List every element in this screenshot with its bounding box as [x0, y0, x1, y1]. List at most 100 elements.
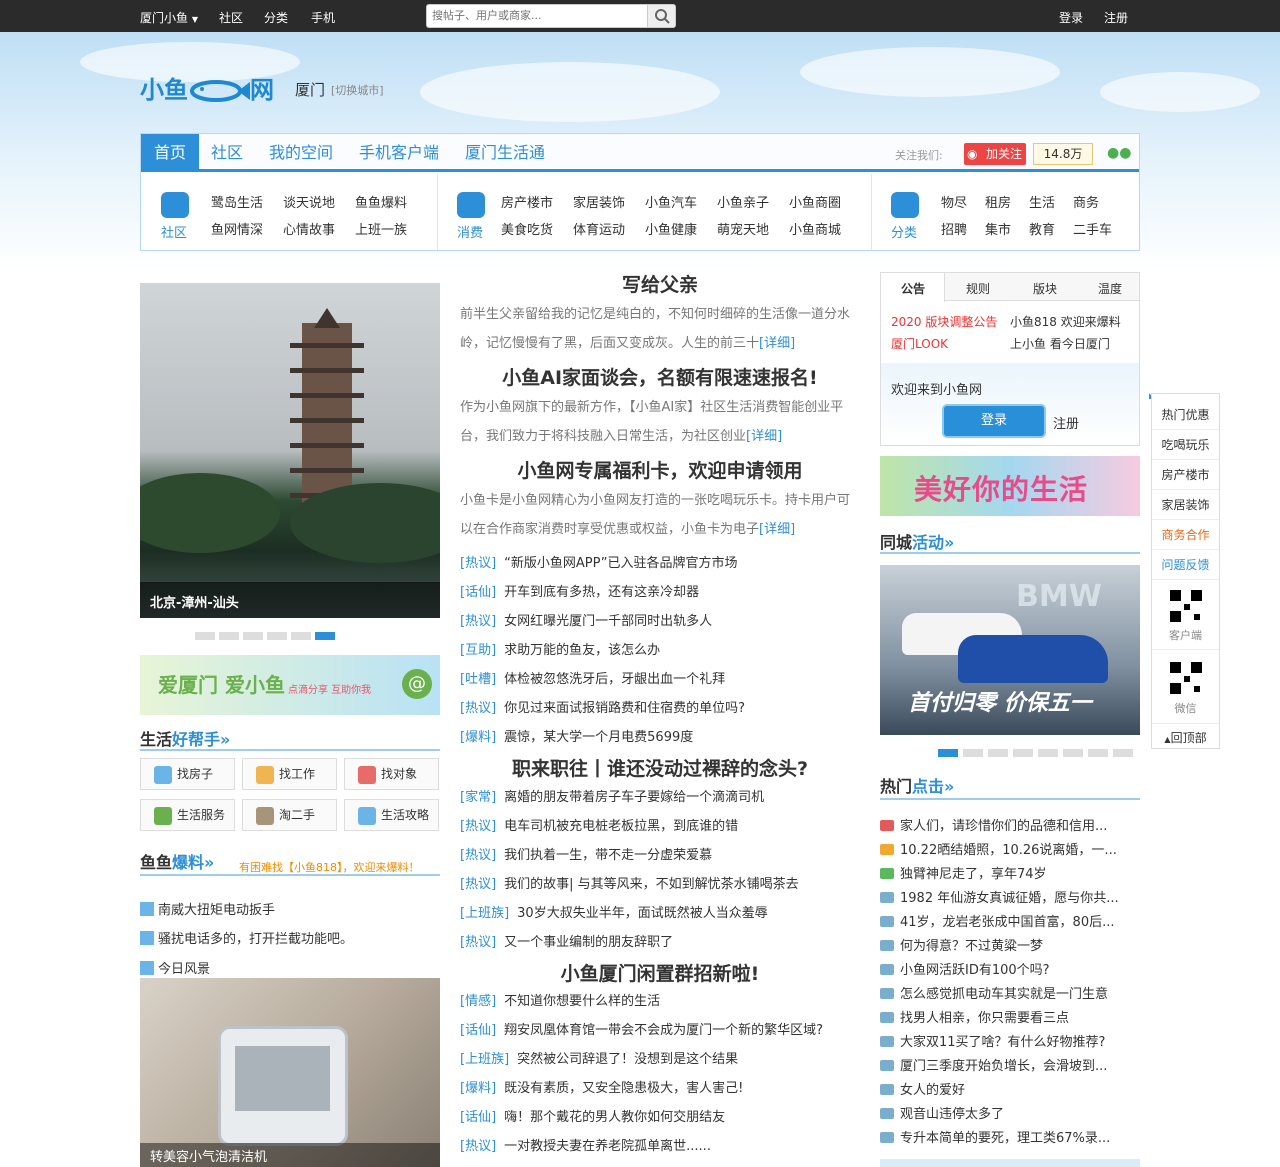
switch-city-link[interactable]: [切换城市] — [331, 82, 384, 98]
life-service-button[interactable]: 生活服务 — [140, 799, 235, 831]
section-link[interactable]: 招聘 — [941, 219, 967, 238]
headline-1[interactable]: 写给父亲 — [460, 270, 860, 297]
detail-link[interactable]: [详细] — [759, 336, 795, 351]
activity-ad[interactable]: BMW 首付归零 价保五一 — [880, 565, 1140, 735]
hot-item[interactable]: 10.22晒结婚照，10.26说离婚，一... — [880, 839, 1135, 858]
section-link[interactable]: 谈天说地 — [283, 192, 335, 211]
slider-dot-active[interactable] — [315, 632, 335, 640]
section-link[interactable]: 小鱼亲子 — [717, 192, 769, 211]
slider-dot[interactable] — [988, 749, 1008, 757]
tab-notice[interactable]: 公告 — [901, 280, 925, 297]
topbar-mobile-link[interactable]: 手机 — [311, 9, 335, 26]
section-link[interactable]: 小鱼商城 — [789, 219, 841, 238]
section-link[interactable]: 小鱼汽车 — [645, 192, 697, 211]
find-house-button[interactable]: 找房子 — [140, 758, 235, 790]
weibo-follow-button[interactable]: ◉ 加关注 — [964, 143, 1026, 165]
list-item[interactable]: [热议] 一对教授夫妻在养老院孤单离世...... — [460, 1135, 860, 1154]
hot-title-accent[interactable]: 点击» — [912, 777, 954, 796]
hot-item[interactable]: 41岁，龙岩老张成中国首富，80后... — [880, 911, 1135, 930]
list-item[interactable]: [话仙] 翔安凤凰体育馆一带会不会成为厦门一个新的繁华区域? — [460, 1019, 860, 1038]
section-link[interactable]: 小鱼商圈 — [789, 192, 841, 211]
slider-dot[interactable] — [1013, 749, 1033, 757]
site-logo[interactable]: 小鱼 网 — [140, 70, 274, 105]
slider-dot[interactable] — [195, 632, 215, 640]
life-guide-button[interactable]: 生活攻略 — [344, 799, 439, 831]
list-item[interactable]: [互助] 求助万能的鱼友，该怎么办 — [460, 639, 860, 658]
section-link[interactable]: 鱼网情深 — [211, 219, 263, 238]
panel-register-link[interactable]: 注册 — [1053, 413, 1079, 432]
love-xiamen-banner[interactable]: 爱厦门 爱小鱼 点滴分享 互助你我 @ — [140, 655, 440, 715]
section-link[interactable]: 租房 — [985, 192, 1011, 211]
section-link[interactable]: 商务 — [1073, 192, 1099, 211]
section-link[interactable]: 鹭岛生活 — [211, 192, 263, 211]
search-button[interactable] — [647, 5, 675, 27]
slider-dot[interactable] — [267, 632, 287, 640]
hot-item[interactable]: 观音山违停太多了 — [880, 1103, 1135, 1122]
hot-item[interactable]: 专升本简单的要死，理工类67%录... — [880, 1127, 1135, 1146]
login-link[interactable]: 登录 — [1059, 9, 1083, 26]
section-link[interactable]: 生活 — [1029, 192, 1055, 211]
hot-item[interactable]: 怎么感觉抓电动车其实就是一门生意 — [880, 983, 1135, 1002]
topbar-category-link[interactable]: 分类 — [264, 9, 288, 26]
panel-login-button[interactable]: 登录 — [944, 406, 1044, 436]
hot-item[interactable]: 小鱼网活跃ID有100个吗? — [880, 959, 1135, 978]
list-item[interactable]: [爆料] 震惊，某大学一个月电费5699度 — [460, 726, 860, 745]
find-date-button[interactable]: 找对象 — [344, 758, 439, 790]
section-link[interactable]: 上班一族 — [355, 219, 407, 238]
hot-item[interactable]: 大家双11买了啥？有什么好物推荐? — [880, 1031, 1135, 1050]
slider-dot[interactable] — [243, 632, 263, 640]
wechat-icon[interactable]: ●● — [1107, 145, 1131, 161]
tab-my-space[interactable]: 我的空间 — [269, 134, 333, 169]
notice-item[interactable]: 小鱼818 欢迎来爆料 — [1010, 313, 1121, 330]
headline-4[interactable]: 职来职往丨谁还没动过裸辞的念头? — [460, 754, 860, 781]
hot-item[interactable]: 找男人相亲，你只需要看三点 — [880, 1007, 1135, 1026]
tab-mobile-client[interactable]: 手机客户端 — [359, 134, 439, 169]
section-link[interactable]: 二手车 — [1073, 219, 1112, 238]
slider-dot[interactable] — [1113, 749, 1133, 757]
section-link[interactable]: 物尽 — [941, 192, 967, 211]
section-link[interactable]: 美食吃货 — [501, 219, 553, 238]
list-item[interactable]: [话仙] 嗨！那个戴花的男人教你如何交朋结友 — [460, 1106, 860, 1125]
sidebar-home-decor[interactable]: 家居装饰 — [1152, 496, 1219, 513]
hot-item[interactable]: 1982 年仙游女真诚征婚，愿与你共... — [880, 887, 1135, 906]
hot-item[interactable]: 何为得意？不过黄粱一梦 — [880, 935, 1135, 954]
list-item[interactable]: [热议] 我们的故事| 与其等风来，不如到解忧茶水铺喝茶去 — [460, 873, 860, 892]
section-link[interactable]: 体育运动 — [573, 219, 625, 238]
baoliao-item[interactable]: 南威大扭矩电动扳手 — [140, 899, 275, 918]
sidebar-real-estate[interactable]: 房产楼市 — [1152, 466, 1219, 483]
list-item[interactable]: [热议] 你见过来面试报销路费和住宿费的单位吗? — [460, 697, 860, 716]
list-item[interactable]: [上班族] 30岁大叔失业半年，面试既然被人当众羞辱 — [460, 902, 860, 921]
qr-code-icon[interactable] — [1170, 662, 1202, 694]
help-title-accent[interactable]: 好帮手» — [172, 730, 230, 749]
better-life-banner[interactable]: 美好你的生活 — [880, 456, 1140, 516]
notice-item[interactable]: 上小鱼 看今日厦门 — [1010, 335, 1110, 352]
tab-boards[interactable]: 版块 — [1033, 280, 1057, 297]
tab-home[interactable]: 首页 — [141, 134, 199, 169]
tab-xiamen-life[interactable]: 厦门生活通 — [465, 134, 545, 169]
tab-rules[interactable]: 规则 — [966, 280, 990, 297]
slider-dot[interactable] — [1088, 749, 1108, 757]
slider-dot[interactable] — [1038, 749, 1058, 757]
list-item[interactable]: [热议] 女网红曝光厦门一千部同时出轨多人 — [460, 610, 860, 629]
list-item[interactable]: [热议] 电车司机被充电桩老板拉黑，到底谁的错 — [460, 815, 860, 834]
baoliao-item[interactable]: 骚扰电话多的，打开拦截功能吧。 — [140, 928, 353, 947]
detail-link[interactable]: [详细] — [746, 429, 782, 444]
activity-title-accent[interactable]: 活动» — [912, 533, 954, 552]
section-link[interactable]: 家居装饰 — [573, 192, 625, 211]
list-item[interactable]: [热议] “新版小鱼网APP”已入驻各品牌官方市场 — [460, 552, 860, 571]
baoliao-note[interactable]: 有困难找【小鱼818】，欢迎来爆料！ — [239, 859, 420, 875]
headline-5[interactable]: 小鱼厦门闲置群招新啦! — [460, 959, 860, 986]
baoliao-title-accent[interactable]: 爆料» — [172, 853, 214, 872]
list-item[interactable]: [爆料] 既没有素质，又安全隐患极大，害人害己! — [460, 1077, 860, 1096]
photo-slider[interactable]: 北京-漳州-汕头 — [140, 283, 440, 618]
list-item[interactable]: [情感] 不知道你想要什么样的生活 — [460, 990, 860, 1009]
back-to-top-button[interactable]: ▲回顶部 — [1152, 729, 1219, 746]
hot-item[interactable]: 独臂神尼走了，享年74岁 — [880, 863, 1135, 882]
headline-3[interactable]: 小鱼网专属福利卡，欢迎申请领用 — [460, 456, 860, 483]
list-item[interactable]: [吐槽] 体检被忽悠洗牙后，牙龈出血一个礼拜 — [460, 668, 860, 687]
list-item[interactable]: [家常] 离婚的朋友带着房子车子要嫁给一个滴滴司机 — [460, 786, 860, 805]
section-link[interactable]: 萌宠天地 — [717, 219, 769, 238]
slider-dot[interactable] — [291, 632, 311, 640]
slider-dot[interactable] — [219, 632, 239, 640]
slider-dot[interactable] — [963, 749, 983, 757]
